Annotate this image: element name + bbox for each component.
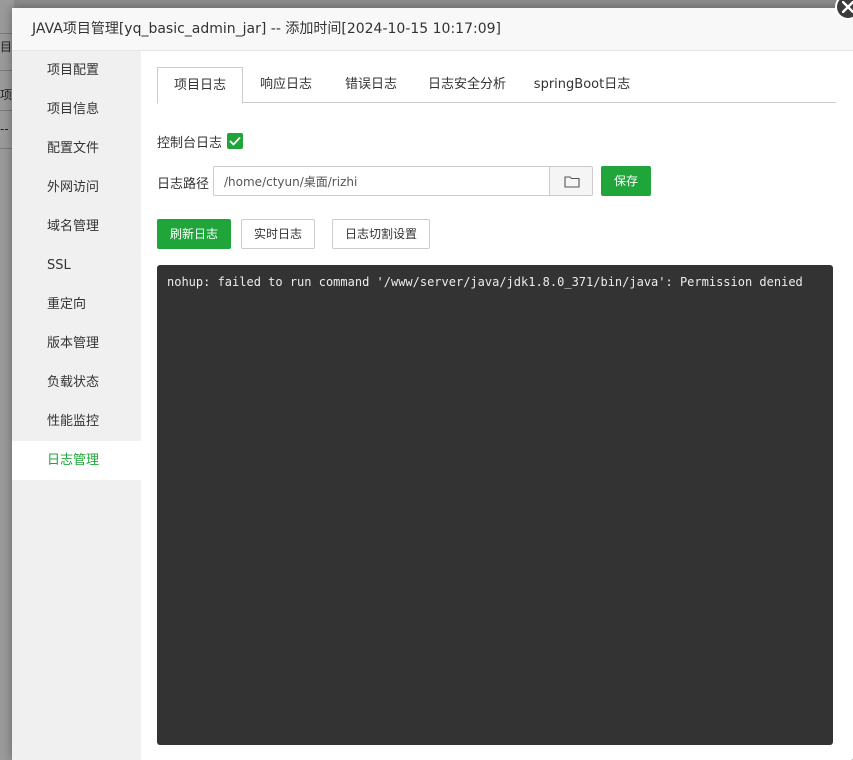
console-log-checkbox[interactable] bbox=[227, 133, 243, 149]
refresh-log-button[interactable]: 刷新日志 bbox=[157, 219, 231, 249]
background-text: 项 bbox=[0, 88, 13, 102]
log-path-input[interactable] bbox=[213, 166, 550, 196]
refresh-log-label: 刷新日志 bbox=[169, 227, 218, 241]
sidebar-item-project-config[interactable]: 项目配置 bbox=[12, 51, 141, 90]
realtime-log-label: 实时日志 bbox=[253, 227, 302, 241]
save-button[interactable]: 保存 bbox=[601, 166, 651, 196]
sidebar-item-label: 日志管理 bbox=[47, 453, 100, 468]
tab-response-log[interactable]: 响应日志 bbox=[243, 67, 329, 103]
background-text: -- bbox=[0, 122, 9, 136]
tab-label: 错误日志 bbox=[344, 77, 397, 92]
sidebar-item-project-info[interactable]: 项目信息 bbox=[12, 90, 141, 129]
sidebar-item-ssl[interactable]: SSL bbox=[12, 246, 141, 285]
close-icon bbox=[842, 1, 853, 13]
sidebar-item-performance[interactable]: 性能监控 bbox=[12, 402, 141, 441]
save-button-label: 保存 bbox=[613, 174, 638, 188]
log-path-label: 日志路径 bbox=[157, 177, 210, 192]
sidebar-item-version[interactable]: 版本管理 bbox=[12, 324, 141, 363]
sidebar-item-label: 性能监控 bbox=[47, 414, 100, 429]
log-tabs: 项目日志 响应日志 错误日志 日志安全分析 springBoot日志 bbox=[157, 67, 836, 104]
sidebar-item-log-management[interactable]: 日志管理 bbox=[12, 441, 141, 480]
sidebar-item-domain[interactable]: 域名管理 bbox=[12, 207, 141, 246]
log-split-settings-button[interactable]: 日志切割设置 bbox=[332, 219, 430, 249]
tab-springboot-log[interactable]: springBoot日志 bbox=[521, 67, 643, 103]
sidebar-item-label: 负载状态 bbox=[47, 375, 100, 390]
sidebar-item-redirect[interactable]: 重定向 bbox=[12, 285, 141, 324]
log-split-settings-label: 日志切割设置 bbox=[344, 227, 417, 241]
sidebar-item-config-file[interactable]: 配置文件 bbox=[12, 129, 141, 168]
log-output-text: nohup: failed to run command '/www/serve… bbox=[167, 275, 803, 289]
tab-error-log[interactable]: 错误日志 bbox=[329, 67, 413, 103]
sidebar-item-label: 域名管理 bbox=[47, 219, 100, 234]
tab-label: 日志安全分析 bbox=[427, 77, 506, 92]
background-text: 目 bbox=[0, 40, 13, 54]
log-output[interactable]: nohup: failed to run command '/www/serve… bbox=[157, 265, 833, 745]
sidebar-item-label: 版本管理 bbox=[47, 336, 100, 351]
tab-log-security-analysis[interactable]: 日志安全分析 bbox=[413, 67, 521, 103]
tab-project-log[interactable]: 项目日志 bbox=[157, 67, 243, 104]
sidebar-item-label: 项目信息 bbox=[47, 102, 100, 117]
sidebar-item-label: 项目配置 bbox=[47, 63, 100, 78]
log-management-panel: 项目日志 响应日志 错误日志 日志安全分析 springBoot日志 控制台日志… bbox=[157, 51, 837, 760]
console-log-label: 控制台日志 bbox=[157, 136, 223, 151]
project-manager-dialog: JAVA项目管理[yq_basic_admin_jar] -- 添加时间[202… bbox=[12, 0, 853, 760]
sidebar-item-external-access[interactable]: 外网访问 bbox=[12, 168, 141, 207]
dialog-header: JAVA项目管理[yq_basic_admin_jar] -- 添加时间[202… bbox=[12, 8, 853, 51]
sidebar-item-label: 重定向 bbox=[47, 297, 87, 312]
checkmark-icon bbox=[229, 136, 241, 146]
sidebar: 项目配置 项目信息 配置文件 外网访问 域名管理 SSL 重定向 版本管理 负载… bbox=[12, 51, 141, 760]
browse-folder-button[interactable] bbox=[549, 166, 593, 196]
tab-label: 响应日志 bbox=[259, 77, 312, 92]
sidebar-item-label: 外网访问 bbox=[47, 180, 100, 195]
sidebar-item-load-status[interactable]: 负载状态 bbox=[12, 363, 141, 402]
folder-icon bbox=[564, 176, 580, 188]
sidebar-item-label: 配置文件 bbox=[47, 141, 100, 156]
dialog-title: JAVA项目管理[yq_basic_admin_jar] -- 添加时间[202… bbox=[32, 21, 501, 37]
realtime-log-button[interactable]: 实时日志 bbox=[241, 219, 315, 249]
tab-label: springBoot日志 bbox=[533, 77, 631, 92]
tab-label: 项目日志 bbox=[173, 78, 226, 93]
sidebar-item-label: SSL bbox=[47, 258, 71, 273]
